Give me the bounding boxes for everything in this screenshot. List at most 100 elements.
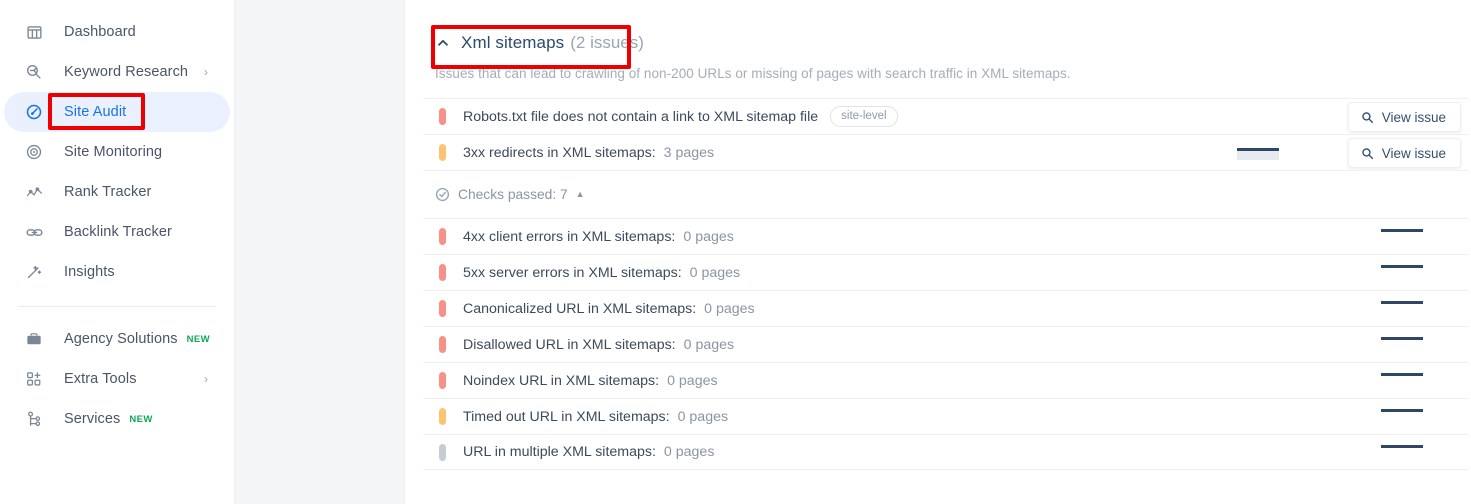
check-value: 0 pages (683, 336, 735, 353)
main-content: Xml sitemaps (2 issues) Issues that can … (405, 0, 1471, 504)
section-issue-count: (2 issues) (570, 33, 644, 52)
sidebar-item-keyword-research[interactable]: Keyword Research › (4, 52, 230, 92)
table-row[interactable]: Canonicalized URL in XML sitemaps: 0 pag… (423, 290, 1469, 326)
chevron-up-icon[interactable] (435, 35, 451, 51)
sidebar-item-agency-solutions[interactable]: Agency Solutions NEW (4, 319, 230, 359)
sidebar-item-extra-tools[interactable]: Extra Tools › (4, 359, 230, 399)
sidebar-item-dashboard[interactable]: Dashboard (4, 12, 230, 52)
table-row[interactable]: Noindex URL in XML sitemaps: 0 pages (423, 362, 1469, 398)
severity-indicator-icon (439, 144, 446, 161)
table-row[interactable]: Robots.txt file does not contain a link … (423, 98, 1469, 134)
table-row[interactable]: Disallowed URL in XML sitemaps: 0 pages (423, 326, 1469, 362)
view-issue-label: View issue (1381, 109, 1446, 125)
severity-indicator-icon (439, 443, 446, 461)
severity-indicator-icon (439, 228, 446, 245)
magic-wand-icon (24, 262, 44, 282)
table-row[interactable]: 3xx redirects in XML sitemaps: 3 pages V… (423, 134, 1469, 170)
section-title[interactable]: Xml sitemaps (461, 33, 564, 53)
table-row[interactable]: 5xx server errors in XML sitemaps: 0 pag… (423, 254, 1469, 290)
chevron-right-icon[interactable]: › (204, 66, 208, 78)
section-xml-sitemaps: Xml sitemaps (2 issues) Issues that can … (423, 0, 1469, 470)
sidebar-item-label: Rank Tracker (64, 184, 152, 200)
sidebar-item-rank-tracker[interactable]: Rank Tracker (4, 172, 230, 212)
check-label: Disallowed URL in XML sitemaps: (463, 336, 676, 353)
severity-indicator-icon (439, 372, 446, 389)
sitemap-node-icon (24, 409, 44, 429)
site-audit-gauge-icon (24, 102, 44, 122)
search-icon (1361, 147, 1374, 160)
sidebar-item-label: Extra Tools (64, 371, 137, 387)
section-description: Issues that can lead to crawling of non-… (435, 66, 1071, 81)
check-circle-icon (435, 187, 450, 202)
section-header: Xml sitemaps (2 issues) (435, 0, 1469, 53)
checks-passed-toggle[interactable]: Checks passed: 7 ▲ (435, 187, 1469, 202)
content-gutter (235, 0, 405, 504)
sidebar-item-label: Dashboard (64, 24, 136, 40)
sparkline-chart (1381, 373, 1423, 376)
table-row[interactable]: 4xx client errors in XML sitemaps: 0 pag… (423, 218, 1469, 254)
check-value: 0 pages (683, 228, 734, 245)
issue-value: 3 pages (663, 144, 715, 161)
check-value: 0 pages (689, 264, 741, 281)
issue-label: Robots.txt file does not contain a link … (463, 108, 819, 125)
rows-bottom-divider (423, 170, 1469, 171)
app-root: Dashboard Keyword Research › Site Audit … (0, 0, 1471, 504)
sidebar-item-label: Site Audit (64, 104, 127, 120)
check-label: Canonicalized URL in XML sitemaps: (463, 300, 697, 317)
radar-icon (24, 142, 44, 162)
sidebar-item-label: Keyword Research (64, 64, 189, 80)
view-issue-button[interactable]: View issue (1347, 102, 1461, 132)
sidebar-item-insights[interactable]: Insights (4, 252, 230, 292)
check-value: 0 pages (704, 300, 755, 317)
status-badge: site-level (830, 105, 898, 128)
sidebar-item-label: Site Monitoring (64, 144, 163, 160)
check-value: 0 pages (677, 408, 729, 425)
sidebar-divider (18, 306, 216, 307)
table-row[interactable]: Timed out URL in XML sitemaps: 0 pages (423, 398, 1469, 434)
issues-list: Robots.txt file does not contain a link … (423, 98, 1469, 171)
severity-indicator-icon (439, 264, 446, 281)
sparkline-chart (1381, 301, 1423, 304)
sidebar-item-site-audit[interactable]: Site Audit (4, 92, 230, 132)
view-issue-button[interactable]: View issue (1347, 138, 1461, 168)
severity-indicator-icon (439, 300, 446, 317)
sparkline-chart (1237, 146, 1279, 160)
line-chart-icon (24, 182, 44, 202)
passed-checks-list: 4xx client errors in XML sitemaps: 0 pag… (423, 218, 1469, 470)
sidebar-item-backlink-tracker[interactable]: Backlink Tracker (4, 212, 230, 252)
sidebar-item-label: Insights (64, 264, 115, 280)
check-value: 0 pages (667, 372, 718, 389)
sidebar-item-services[interactable]: Services NEW (4, 399, 230, 439)
sparkline-chart (1381, 265, 1423, 268)
severity-indicator-icon (439, 108, 446, 125)
severity-indicator-icon (439, 408, 446, 425)
grid-plus-icon (24, 369, 44, 389)
sidebar-item-label: Backlink Tracker (64, 224, 172, 240)
sparkline-chart (1381, 229, 1423, 232)
chevron-right-icon[interactable]: › (204, 373, 208, 385)
sparkline-chart (1381, 445, 1423, 448)
dashboard-icon (24, 22, 44, 42)
sparkline-chart (1381, 409, 1423, 412)
search-icon (1361, 111, 1374, 124)
check-value: 0 pages (663, 444, 715, 460)
briefcase-icon (24, 329, 44, 349)
sidebar-item-label: Agency Solutions (64, 331, 178, 347)
issue-label: 3xx redirects in XML sitemaps: (463, 144, 656, 161)
sidebar: Dashboard Keyword Research › Site Audit … (0, 0, 235, 504)
sidebar-item-site-monitoring[interactable]: Site Monitoring (4, 132, 230, 172)
check-label: Noindex URL in XML sitemaps: (463, 372, 660, 389)
checks-passed-label: Checks passed: 7 (458, 187, 568, 202)
sparkline-chart (1381, 337, 1423, 340)
view-issue-label: View issue (1381, 145, 1446, 161)
table-row[interactable]: URL in multiple XML sitemaps: 0 pages (423, 434, 1469, 470)
caret-up-icon[interactable]: ▲ (576, 190, 585, 199)
sidebar-primary-nav: Dashboard Keyword Research › Site Audit … (0, 12, 234, 292)
new-badge: NEW (186, 333, 211, 345)
check-label: Timed out URL in XML sitemaps: (463, 408, 670, 425)
link-icon (24, 222, 44, 242)
check-label: 4xx client errors in XML sitemaps: (463, 228, 676, 245)
new-badge: NEW (129, 413, 153, 425)
sidebar-item-label: Services (64, 411, 121, 427)
check-label: URL in multiple XML sitemaps: (463, 444, 656, 460)
